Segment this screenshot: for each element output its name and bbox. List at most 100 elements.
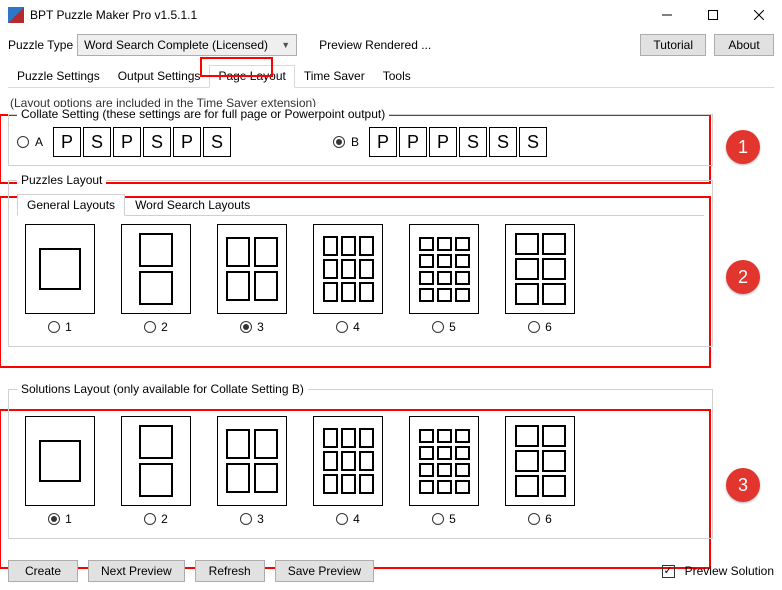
- main-tabs: Puzzle SettingsOutput SettingsPage Layou…: [8, 64, 774, 88]
- seq-cell: S: [143, 127, 171, 157]
- puzzles-layout-label-6: 6: [545, 320, 552, 334]
- seq-cell: P: [369, 127, 397, 157]
- solutions-layout-option-4[interactable]: 4: [313, 416, 383, 526]
- solutions-layout-row: 1 2 3 4 5 6: [17, 408, 704, 530]
- seq-cell: P: [399, 127, 427, 157]
- close-button[interactable]: [736, 0, 782, 30]
- solutions-layout-radio-4[interactable]: [336, 513, 348, 525]
- seq-cell: S: [203, 127, 231, 157]
- solutions-legend: Solutions Layout (only available for Col…: [17, 382, 308, 396]
- maximize-button[interactable]: [690, 0, 736, 30]
- solutions-layout-group: Solutions Layout (only available for Col…: [8, 389, 713, 539]
- tutorial-button[interactable]: Tutorial: [640, 34, 706, 56]
- seq-cell: P: [173, 127, 201, 157]
- puzzles-layout-option-1[interactable]: 1: [25, 224, 95, 334]
- collate-group: Collate Setting (these settings are for …: [8, 114, 713, 166]
- next-preview-button[interactable]: Next Preview: [88, 560, 185, 582]
- seq-cell: P: [113, 127, 141, 157]
- puzzle-type-dropdown[interactable]: Word Search Complete (Licensed) ▼: [77, 34, 297, 56]
- puzzles-layout-option-5[interactable]: 5: [409, 224, 479, 334]
- tab-output-settings[interactable]: Output Settings: [109, 65, 210, 88]
- seq-cell: P: [53, 127, 81, 157]
- tab-puzzle-settings[interactable]: Puzzle Settings: [8, 65, 109, 88]
- puzzles-layout-option-3[interactable]: 3: [217, 224, 287, 334]
- puzzles-legend: Puzzles Layout: [17, 173, 106, 187]
- subtab-general-layouts[interactable]: General Layouts: [17, 194, 125, 216]
- solutions-layout-option-1[interactable]: 1: [25, 416, 95, 526]
- solutions-layout-label-6: 6: [545, 512, 552, 526]
- puzzles-layout-radio-4[interactable]: [336, 321, 348, 333]
- solutions-layout-radio-5[interactable]: [432, 513, 444, 525]
- puzzles-layout-label-4: 4: [353, 320, 360, 334]
- puzzles-layout-option-2[interactable]: 2: [121, 224, 191, 334]
- solutions-layout-option-2[interactable]: 2: [121, 416, 191, 526]
- app-icon: [8, 7, 24, 23]
- puzzles-layout-label-2: 2: [161, 320, 168, 334]
- solutions-layout-radio-3[interactable]: [240, 513, 252, 525]
- status-text: Preview Rendered ...: [319, 38, 431, 52]
- window-title: BPT Puzzle Maker Pro v1.5.1.1: [30, 8, 644, 22]
- solutions-layout-label-5: 5: [449, 512, 456, 526]
- tab-time-saver[interactable]: Time Saver: [295, 65, 374, 88]
- layout-thumb-4: [313, 224, 383, 314]
- layout-thumb-1: [25, 416, 95, 506]
- layout-thumb-3: [217, 224, 287, 314]
- solutions-layout-label-3: 3: [257, 512, 264, 526]
- about-button[interactable]: About: [714, 34, 774, 56]
- puzzles-layout-label-1: 1: [65, 320, 72, 334]
- layout-thumb-1: [25, 224, 95, 314]
- collate-a-label: A: [35, 135, 43, 149]
- refresh-button[interactable]: Refresh: [195, 560, 265, 582]
- solutions-layout-option-5[interactable]: 5: [409, 416, 479, 526]
- top-bar: Puzzle Type Word Search Complete (Licens…: [0, 30, 782, 60]
- preview-solution-label: Preview Solution: [685, 564, 774, 578]
- layout-thumb-5: [409, 416, 479, 506]
- seq-cell: S: [83, 127, 111, 157]
- create-button[interactable]: Create: [8, 560, 78, 582]
- puzzle-type-label: Puzzle Type: [8, 38, 73, 52]
- layout-thumb-2: [121, 416, 191, 506]
- save-preview-button[interactable]: Save Preview: [275, 560, 374, 582]
- solutions-layout-option-3[interactable]: 3: [217, 416, 287, 526]
- solutions-layout-label-2: 2: [161, 512, 168, 526]
- puzzles-layout-label-5: 5: [449, 320, 456, 334]
- puzzles-layout-radio-3[interactable]: [240, 321, 252, 333]
- chevron-down-icon: ▼: [281, 40, 290, 50]
- seq-cell: P: [429, 127, 457, 157]
- layout-thumb-5: [409, 224, 479, 314]
- layout-thumb-4: [313, 416, 383, 506]
- subtab-word-search-layouts[interactable]: Word Search Layouts: [125, 194, 260, 216]
- puzzles-layout-radio-1[interactable]: [48, 321, 60, 333]
- puzzles-layout-option-6[interactable]: 6: [505, 224, 575, 334]
- collate-radio-b[interactable]: [333, 136, 345, 148]
- collate-b-label: B: [351, 135, 359, 149]
- puzzle-type-value: Word Search Complete (Licensed): [84, 38, 268, 52]
- annotation-badge-1: 1: [726, 130, 760, 164]
- puzzles-layout-option-4[interactable]: 4: [313, 224, 383, 334]
- puzzles-layout-label-3: 3: [257, 320, 264, 334]
- minimize-button[interactable]: [644, 0, 690, 30]
- solutions-layout-radio-2[interactable]: [144, 513, 156, 525]
- puzzles-layout-radio-6[interactable]: [528, 321, 540, 333]
- tab-page-layout[interactable]: Page Layout: [209, 65, 294, 88]
- preview-solution-checkbox[interactable]: [662, 565, 675, 578]
- collate-legend: Collate Setting (these settings are for …: [17, 107, 389, 121]
- layout-thumb-6: [505, 224, 575, 314]
- tab-tools[interactable]: Tools: [374, 65, 420, 88]
- layout-thumb-2: [121, 224, 191, 314]
- annotation-badge-3: 3: [726, 468, 760, 502]
- solutions-layout-radio-6[interactable]: [528, 513, 540, 525]
- collate-radio-a[interactable]: [17, 136, 29, 148]
- layout-thumb-6: [505, 416, 575, 506]
- solutions-layout-label-1: 1: [65, 512, 72, 526]
- solutions-layout-option-6[interactable]: 6: [505, 416, 575, 526]
- solutions-layout-label-4: 4: [353, 512, 360, 526]
- puzzles-subtabs: General LayoutsWord Search Layouts: [17, 193, 704, 216]
- annotation-badge-2: 2: [726, 260, 760, 294]
- puzzles-layout-radio-5[interactable]: [432, 321, 444, 333]
- puzzles-layout-row: 1 2 3 4 5 6: [17, 216, 704, 338]
- layout-thumb-3: [217, 416, 287, 506]
- solutions-layout-radio-1[interactable]: [48, 513, 60, 525]
- puzzles-layout-radio-2[interactable]: [144, 321, 156, 333]
- collate-sequence-a: PSPSPS: [53, 127, 231, 157]
